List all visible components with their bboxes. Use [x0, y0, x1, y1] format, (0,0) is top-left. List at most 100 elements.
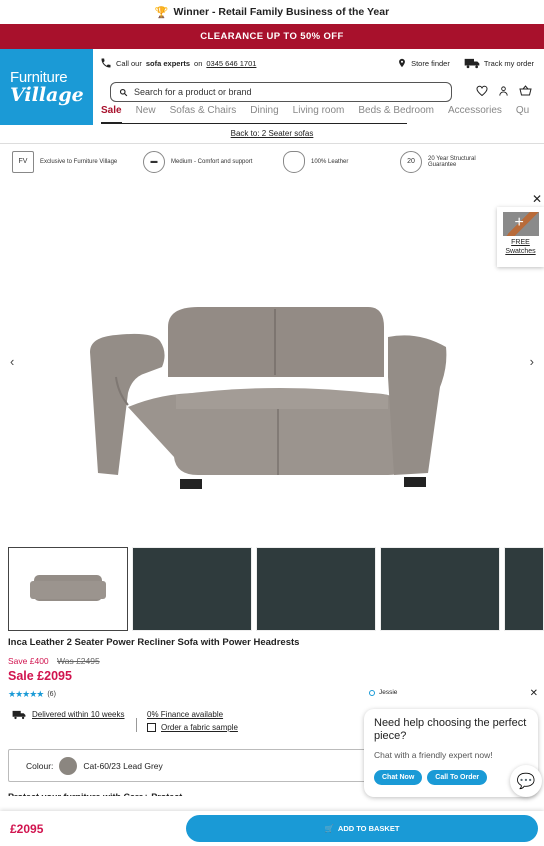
usp-guarantee: 20 20 Year Structural Guarantee — [400, 150, 494, 173]
call-experts: Call our sofa experts on 0345 646 1701 — [100, 57, 256, 69]
truck-icon — [12, 710, 26, 720]
call-bold: sofa experts — [145, 58, 191, 68]
sofa-icon: ▬ — [143, 150, 165, 173]
fabric-sample-row: Order a fabric sample — [147, 723, 238, 732]
delivery-info: Delivered within 10 weeks — [12, 710, 126, 736]
sample-box-icon — [147, 723, 156, 732]
agent-name: Jessie — [379, 689, 398, 696]
nav-item-living-room[interactable]: Living room — [293, 105, 345, 123]
product-title: Inca Leather 2 Seater Power Recliner Sof… — [8, 637, 300, 648]
nav-item-beds-bedroom[interactable]: Beds & Bedroom — [358, 105, 434, 123]
leather-hide-icon — [283, 150, 305, 173]
breadcrumb: Back to: 2 Seater sofas — [0, 129, 544, 143]
nav-item-new[interactable]: New — [136, 105, 156, 123]
guarantee-20-icon: 20 — [400, 150, 422, 173]
rating-stars-icon: ★★★★★ — [8, 689, 44, 699]
thumbnail-3[interactable] — [256, 547, 376, 631]
usp-row: FV Exclusive to Furniture Village ▬ Medi… — [0, 143, 544, 179]
account-icon[interactable] — [497, 84, 510, 97]
chat-close-icon[interactable]: ✕ — [530, 688, 538, 699]
fabric-sample-link[interactable]: Order a fabric sample — [161, 723, 238, 732]
finance-link[interactable]: 0% Finance available — [147, 710, 238, 719]
promo-banner[interactable]: CLEARANCE UP TO 50% OFF — [0, 24, 544, 49]
chat-widget: Jessie ✕ Need help choosing the perfect … — [364, 685, 542, 801]
usp-exclusive: FV Exclusive to Furniture Village — [12, 150, 143, 173]
nav-item-sofas-chairs[interactable]: Sofas & Chairs — [170, 105, 237, 123]
logo-line1: Furniture — [10, 68, 68, 86]
gallery-prev-arrow[interactable]: ‹ — [10, 354, 14, 369]
colour-swatch — [59, 756, 78, 775]
truck-icon — [464, 58, 480, 68]
chat-launcher-icon[interactable]: 💬 — [510, 765, 542, 797]
agent-status-icon — [369, 689, 375, 696]
phone-icon — [101, 58, 111, 68]
store-finder-label: Store finder — [411, 58, 450, 68]
usp-leather-text: 100% Leather — [311, 158, 349, 165]
logo-line2: Village — [10, 83, 84, 106]
utility-row: Call our sofa experts on 0345 646 1701 S… — [100, 54, 534, 72]
delivery-link[interactable]: Delivered within 10 weeks — [32, 710, 125, 736]
main-nav: Sale New Sofas & Chairs Dining Living ro… — [101, 105, 544, 123]
free-swatches-panel[interactable]: FREE Swatches — [497, 207, 544, 267]
chat-subtitle: Chat with a friendly expert now! — [374, 750, 493, 760]
divider — [136, 718, 137, 732]
thumbnail-5[interactable] — [504, 547, 544, 631]
usp-comfort-text: Medium - Comfort and support — [171, 158, 253, 165]
free-swatches-label: FREE Swatches — [505, 239, 536, 255]
back-link[interactable]: Back to: 2 Seater sofas — [231, 129, 314, 138]
call-prefix: Call our — [116, 58, 142, 68]
search-bar[interactable] — [110, 82, 452, 102]
bottom-price: £2095 — [10, 821, 44, 836]
thumbnail-4[interactable] — [380, 547, 500, 631]
nav-item-dining[interactable]: Dining — [250, 105, 278, 123]
call-on: on — [194, 58, 203, 68]
chat-question: Need help choosing the perfect piece? — [374, 717, 527, 742]
search-icon — [119, 88, 128, 96]
thumbnail-strip — [0, 547, 544, 632]
product-gallery[interactable]: ‹ › ✕ FREE Swatches — [0, 179, 544, 547]
save-amount: Save £400 — [8, 656, 49, 666]
colour-value: Cat-60/23 Lead Grey — [83, 760, 163, 771]
sofa-image — [90, 307, 447, 489]
call-to-order-button[interactable]: Call To Order — [427, 770, 488, 785]
save-line: Save £400 Was £2495 — [0, 649, 544, 666]
location-pin-icon — [399, 58, 405, 68]
was-price: Was £2495 — [57, 656, 100, 666]
wishlist-heart-icon[interactable] — [475, 84, 488, 97]
add-to-basket-button[interactable]: 🛒 ADD TO BASKET — [186, 815, 538, 842]
gallery-next-arrow[interactable]: › — [530, 354, 534, 369]
thumbnail-2[interactable] — [132, 547, 252, 631]
phone-number-link[interactable]: 0345 646 1701 — [206, 59, 256, 68]
track-order-link[interactable]: Track my order — [464, 58, 534, 69]
site-header: Furniture Village Call our sofa experts … — [0, 49, 544, 125]
basket-icon[interactable] — [519, 84, 532, 97]
trophy-icon: 🏆 — [154, 6, 169, 19]
basket-icon: 🛒 — [324, 824, 334, 833]
chat-buttons: Chat Now Call To Order — [374, 770, 528, 785]
header-icons — [475, 84, 532, 97]
nav-item-accessories[interactable]: Accessories — [448, 105, 502, 123]
nav-item-more[interactable]: Qu — [516, 105, 529, 123]
logo[interactable]: Furniture Village — [0, 49, 93, 125]
award-bar: 🏆 Winner - Retail Family Business of the… — [0, 0, 544, 24]
utility-links: Store finder Track my order — [397, 57, 534, 69]
search-input[interactable] — [134, 87, 434, 97]
nav-item-sale[interactable]: Sale — [101, 105, 122, 123]
colour-selector[interactable]: Colour: Cat-60/23 Lead Grey — [8, 749, 368, 782]
store-finder-link[interactable]: Store finder — [397, 57, 450, 69]
thumbnail-1[interactable] — [8, 547, 128, 631]
nav-underline — [101, 123, 407, 124]
sale-price: Sale £2095 — [8, 669, 72, 683]
rating-count: (6) — [47, 691, 56, 698]
chat-now-button[interactable]: Chat Now — [374, 770, 423, 785]
sticky-basket-bar: £2095 🛒 ADD TO BASKET — [0, 811, 544, 846]
swatch-plus-icon — [502, 212, 539, 236]
track-order-label: Track my order — [483, 58, 534, 68]
usp-exclusive-text: Exclusive to Furniture Village — [40, 158, 118, 165]
add-to-basket-label: ADD TO BASKET — [337, 824, 400, 833]
fv-badge-icon: FV — [12, 150, 34, 173]
usp-leather: 100% Leather — [283, 150, 400, 173]
chat-agent: Jessie — [369, 689, 397, 696]
award-text: Winner - Retail Family Business of the Y… — [173, 6, 390, 18]
close-swatch-icon[interactable]: ✕ — [532, 192, 542, 206]
